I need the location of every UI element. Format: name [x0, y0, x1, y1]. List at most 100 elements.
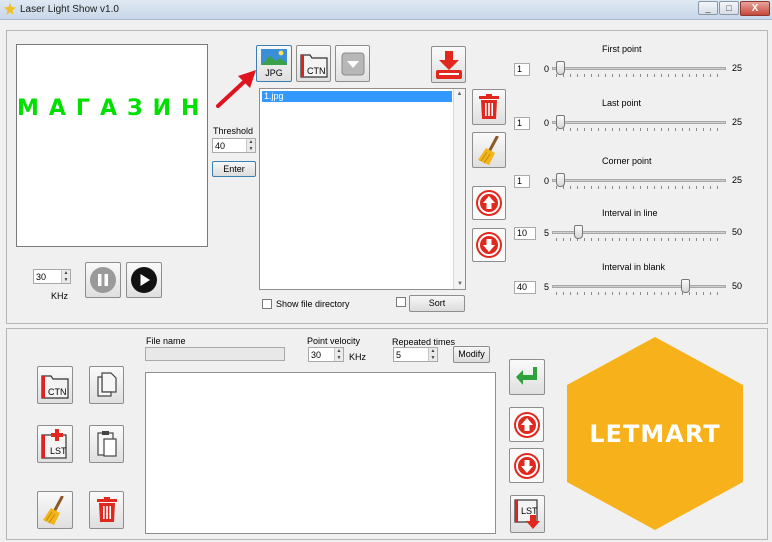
- point-velocity-spinner[interactable]: ▲ ▼: [334, 348, 343, 361]
- add-lst-button[interactable]: LST: [37, 425, 73, 463]
- point-velocity-label: Point velocity: [307, 336, 361, 346]
- file-list-scrollbar[interactable]: ▲ ▼: [453, 89, 465, 289]
- dropdown-button[interactable]: [335, 45, 370, 82]
- point-velocity-input[interactable]: 30 ▲ ▼: [308, 347, 344, 362]
- slider-thumb[interactable]: [680, 279, 690, 293]
- slider-thumb[interactable]: [556, 115, 565, 129]
- bottom-ctn-label: CTN: [48, 387, 67, 397]
- slider-min-label: 5: [544, 282, 550, 292]
- show-directory-checkbox[interactable]: [262, 299, 272, 309]
- pause-button[interactable]: [85, 262, 121, 298]
- slider-track[interactable]: [552, 121, 726, 124]
- slider-min-label: 5: [544, 228, 550, 238]
- copy-button[interactable]: [89, 366, 124, 404]
- slider-max-label: 50: [732, 227, 743, 237]
- slider-value-box[interactable]: 1: [514, 117, 530, 130]
- speed-value: 30: [36, 272, 47, 282]
- threshold-value: 40: [215, 141, 226, 151]
- maximize-button[interactable]: □: [719, 1, 739, 15]
- threshold-input[interactable]: 40 ▲ ▼: [212, 138, 256, 153]
- slider-max-label: 25: [732, 117, 743, 127]
- slider-label: Interval in line: [602, 208, 658, 218]
- slider-min-label: 0: [544, 118, 550, 128]
- jpg-label: JPG: [265, 68, 283, 78]
- repeated-times-label: Repeated times: [392, 337, 456, 347]
- close-button[interactable]: X: [740, 1, 770, 16]
- slider-thumb[interactable]: [556, 61, 565, 75]
- slider-max-label: 50: [732, 281, 743, 291]
- trash-icon: [97, 497, 117, 522]
- insert-button[interactable]: [509, 359, 545, 395]
- speed-spinner[interactable]: ▲ ▼: [61, 270, 70, 283]
- preview-area: МАГАЗИН: [16, 44, 208, 247]
- slider-value-box[interactable]: 10: [514, 227, 536, 240]
- arrow-up-icon: [514, 412, 540, 438]
- slider-ticks: [556, 238, 724, 241]
- open-ctn-playlist-button[interactable]: CTN: [37, 366, 73, 404]
- jpg-image-icon: [261, 49, 287, 65]
- slider-label: Last point: [602, 98, 642, 108]
- sort-button[interactable]: Sort: [409, 295, 465, 312]
- repeated-times-input[interactable]: 5 ▲ ▼: [393, 347, 438, 362]
- delete-playlist-item-button[interactable]: [89, 491, 124, 529]
- slider-value-box[interactable]: 1: [514, 175, 530, 188]
- paste-button[interactable]: [89, 425, 124, 463]
- app-icon: [4, 3, 16, 15]
- slider-thumb[interactable]: [556, 173, 565, 187]
- sort-checkbox[interactable]: [396, 297, 406, 307]
- enter-arrow-icon: [516, 367, 537, 385]
- play-icon: [131, 267, 157, 293]
- clear-list-button[interactable]: [472, 132, 506, 168]
- broom-icon: [478, 136, 499, 165]
- slider-max-label: 25: [732, 63, 743, 73]
- speed-input[interactable]: 30 ▲ ▼: [33, 269, 71, 284]
- file-name-input[interactable]: [145, 347, 285, 361]
- threshold-spinner[interactable]: ▲ ▼: [246, 139, 255, 152]
- repeated-times-value: 5: [396, 350, 402, 360]
- modify-button[interactable]: Modify: [453, 346, 490, 363]
- chevron-down-icon: [341, 52, 365, 76]
- move-item-down-button[interactable]: [509, 448, 544, 483]
- slider-ticks: [556, 292, 724, 295]
- slider-label: First point: [602, 44, 642, 54]
- preview-text: МАГАЗИН: [17, 96, 210, 121]
- window-title: Laser Light Show v1.0: [20, 4, 119, 15]
- title-bar: Laser Light Show v1.0 _ □ X: [0, 0, 772, 20]
- move-file-up-button[interactable]: [472, 186, 506, 220]
- save-button[interactable]: [431, 46, 466, 83]
- move-item-up-button[interactable]: [509, 407, 544, 442]
- file-list[interactable]: 1.jpg ▲ ▼: [259, 88, 466, 290]
- paste-icon: [97, 431, 117, 457]
- slider-ticks: [556, 128, 724, 131]
- slider-max-label: 25: [732, 175, 743, 185]
- clear-playlist-button[interactable]: [37, 491, 73, 529]
- delete-file-button[interactable]: [472, 89, 506, 125]
- trash-icon: [479, 94, 499, 119]
- slider-value-box[interactable]: 1: [514, 63, 530, 76]
- file-name-label: File name: [146, 336, 186, 346]
- open-ctn-button[interactable]: CTN: [296, 45, 331, 82]
- slider-ticks: [556, 74, 724, 77]
- logo-text: LETMART: [589, 420, 721, 448]
- show-directory-label: Show file directory: [276, 299, 350, 309]
- playlist-box[interactable]: [145, 372, 496, 534]
- repeated-times-spinner[interactable]: ▲ ▼: [428, 348, 437, 361]
- slider-track[interactable]: [552, 179, 726, 182]
- point-velocity-unit: KHz: [349, 352, 367, 362]
- play-button[interactable]: [126, 262, 162, 298]
- minimize-button[interactable]: _: [698, 1, 718, 15]
- slider-min-label: 0: [544, 64, 550, 74]
- move-file-down-button[interactable]: [472, 228, 506, 262]
- arrow-up-icon: [476, 190, 502, 216]
- arrow-down-icon: [476, 232, 502, 258]
- slider-track[interactable]: [552, 67, 726, 70]
- save-lst-button[interactable]: LST: [510, 495, 545, 533]
- arrow-down-icon: [514, 453, 540, 479]
- file-list-item[interactable]: 1.jpg: [262, 91, 452, 102]
- slider-thumb[interactable]: [573, 225, 583, 239]
- slider-value-box[interactable]: 40: [514, 281, 536, 294]
- save-lst-label: LST: [521, 506, 538, 516]
- slider-track[interactable]: [552, 285, 726, 288]
- slider-ticks: [556, 186, 724, 189]
- enter-button[interactable]: Enter: [212, 161, 256, 177]
